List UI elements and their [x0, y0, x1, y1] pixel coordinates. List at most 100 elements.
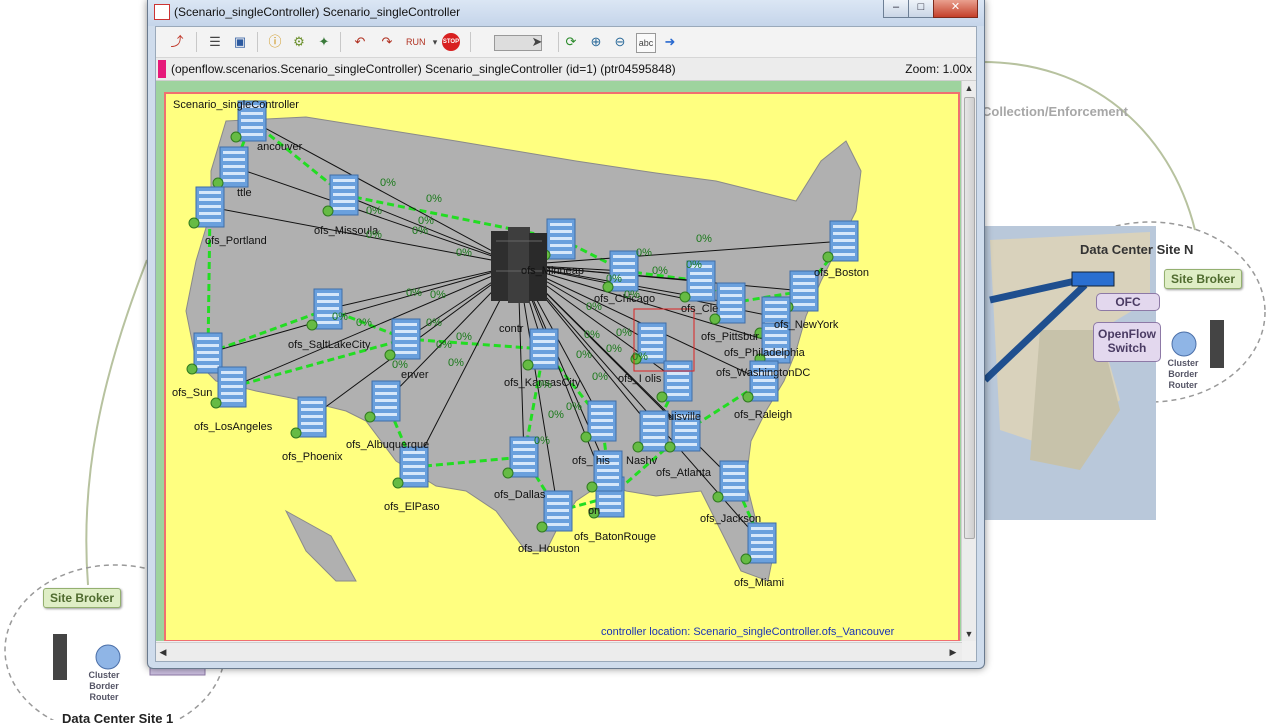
horizontal-scrollbar[interactable]: ◀ ▶ — [156, 642, 962, 661]
blue-uplink-box — [1071, 271, 1115, 287]
info-icon[interactable]: ⓘ — [266, 33, 284, 51]
info-bar: (openflow.scenarios.Scenario_singleContr… — [156, 58, 976, 81]
zoom-in-icon[interactable]: ⊕ — [587, 33, 605, 51]
link-utilization-label: 0% — [686, 259, 702, 271]
cluster-router-icon-left — [95, 644, 121, 670]
vertical-scroll-thumb[interactable] — [964, 97, 975, 539]
node-label-ofs_ElPaso: ofs_ElPaso — [384, 501, 440, 513]
link-utilization-label: 0% — [448, 357, 464, 369]
node-label-ofs_NewYork: ofs_NewYork — [774, 319, 839, 331]
window-client: ⤴ ☰ ▣ ⓘ ⚙ ✦ ↶ ↷ RUN ▾ STOP ➤ ⟳ ⊕ ⊖ abc ➜ — [155, 26, 977, 662]
link-utilization-label: 0% — [426, 317, 442, 329]
minimize-button[interactable]: – — [883, 0, 909, 18]
collection-enforcement-label: Collection/Enforcement — [982, 104, 1128, 119]
stop-icon[interactable]: STOP — [442, 33, 460, 51]
dc-site-n-label: Data Center Site N — [1080, 242, 1194, 257]
node-label-ofs_Indianapolis: ofs_I olis — [618, 373, 662, 385]
zoom-out-icon[interactable]: ⊖ — [611, 33, 629, 51]
site-broker-right: Site Broker — [1164, 269, 1243, 289]
ofc-box: OFC — [1096, 293, 1160, 311]
simulation-window: (Scenario_singleController) Scenario_sin… — [147, 0, 985, 669]
node-label-ofs_WashingtonDC: ofs_WashingtonDC — [716, 367, 811, 379]
link-utilization-label: 0% — [436, 339, 452, 351]
toolbar-separator — [196, 32, 197, 52]
zoom-level: Zoom: 1.00x — [905, 62, 972, 76]
node-label-ofs_Minneapolis: ofs_Minneap — [521, 265, 584, 277]
network-svg[interactable] — [156, 81, 962, 642]
site-broker-left: Site Broker — [43, 588, 122, 608]
close-button[interactable]: ✕ — [933, 0, 978, 18]
node-label-ofs_Portland: ofs_Portland — [205, 235, 267, 247]
vertical-scrollbar[interactable]: ▲ ▼ — [961, 81, 976, 641]
labels-icon[interactable]: abc — [636, 33, 656, 53]
node-label-ofs_Vancouver: ancouver — [257, 141, 303, 153]
link-utilization-label: 0% — [392, 359, 408, 371]
node-label-ofs_Dallas: ofs_Dallas — [494, 489, 546, 501]
node-label-ofs_Jacksonville: ofs_Jackson — [700, 513, 762, 525]
fast-icon[interactable]: ↷ — [378, 33, 396, 51]
link-utilization-label: 0% — [636, 247, 652, 259]
node-label-ofs_Miami: ofs_Miami — [734, 577, 785, 589]
link-utilization-label: 0% — [586, 301, 602, 313]
arrow-icon[interactable]: ➜ — [661, 33, 679, 51]
link-utilization-label: 0% — [606, 343, 622, 355]
link-utilization-label: 0% — [592, 371, 608, 383]
toolbar-separator — [470, 32, 471, 52]
refresh-icon[interactable]: ⟳ — [562, 33, 580, 51]
node-label-ofs_NewOrleans: on — [588, 505, 601, 517]
cluster-border-router-label-right: Cluster Border Router — [1167, 358, 1199, 390]
inspect-icon[interactable]: ▣ — [231, 33, 249, 51]
node-label-ofs_Phoenix: ofs_Phoenix — [282, 451, 343, 463]
layout-icon[interactable]: ✦ — [315, 33, 333, 51]
controller-location-text: controller location: Scenario_singleCont… — [601, 626, 895, 638]
node-label-ofs_Seattle: ttle — [237, 187, 252, 199]
cursor-icon: ➤ — [531, 34, 543, 49]
link-utilization-label: 0% — [356, 317, 372, 329]
dc-site-1-label: Data Center Site 1 — [62, 711, 174, 726]
link-utilization-label: 0% — [534, 435, 550, 447]
node-label-ofs_Louisville: uisville — [668, 411, 702, 423]
link-utilization-label: 0% — [606, 273, 622, 285]
link-utilization-label: 0% — [652, 265, 668, 277]
toolbar-separator — [340, 32, 341, 52]
rack-icon-right — [1210, 320, 1224, 368]
node-label-ofs_Cleveland: ofs_Cle — [681, 303, 719, 315]
run-icon[interactable]: RUN — [406, 33, 426, 51]
node-label-ofs_Philadelphia: ofs_Philadelphia — [724, 347, 805, 359]
list-icon[interactable]: ☰ — [206, 33, 224, 51]
link-utilization-label: 0% — [456, 331, 472, 343]
cluster-border-router-label-left: Cluster Border Router — [88, 670, 120, 702]
node-label-ofs_Raleigh: ofs_Raleigh — [734, 409, 793, 421]
title-bar[interactable]: (Scenario_singleController) Scenario_sin… — [148, 0, 984, 26]
scroll-up-icon[interactable]: ▲ — [962, 81, 976, 95]
link-utilization-label: 0% — [696, 233, 712, 245]
node-label-ofs_SanFrancisco: ofs_Sun — [172, 387, 213, 399]
link-utilization-label: 0% — [548, 409, 564, 421]
network-canvas[interactable]: ancouver ttle ofs_Portland ofs_Missoula ofs_… — [156, 81, 962, 642]
link-utilization-label: 0% — [576, 349, 592, 361]
link-utilization-label: 0% — [584, 329, 600, 341]
scroll-right-icon[interactable]: ▶ — [946, 645, 960, 659]
node-label-ofs_Atlanta: ofs_Atlanta — [656, 467, 712, 479]
node-label-ofs_SaltLakeCity: ofs_SaltLakeCity — [288, 339, 371, 351]
connector-curve-left — [85, 259, 148, 586]
scroll-down-icon[interactable]: ▼ — [962, 627, 976, 641]
link-utilization-label: 0% — [632, 351, 648, 363]
link-utilization-label: 0% — [406, 287, 422, 299]
window-title: (Scenario_singleController) Scenario_sin… — [174, 5, 461, 19]
scroll-left-icon[interactable]: ◀ — [156, 645, 170, 659]
link-utilization-label: 0% — [412, 225, 428, 237]
step-back-icon[interactable]: ↶ — [351, 33, 369, 51]
maximize-button[interactable]: □ — [908, 0, 934, 18]
link-utilization-label: 0% — [426, 193, 442, 205]
link-utilization-label: 0% — [380, 177, 396, 189]
node-label-ofs_Houston: ofs_Houston — [518, 543, 580, 555]
node-label-ofs_Albuquerque: ofs_Albuquerque — [346, 439, 430, 451]
options-icon[interactable]: ⚙ — [290, 33, 308, 51]
node-label-ofs_Pittsburgh: ofs_Pittsbur — [701, 331, 760, 343]
toolbar-separator — [257, 32, 258, 52]
rebuild-icon[interactable]: ⤴ — [168, 33, 186, 51]
link-utilization-label: 0% — [430, 289, 446, 301]
node-label-ofs_Nashville: Nashv — [626, 455, 658, 467]
node-label-ofs_Boston: ofs_Boston — [814, 267, 870, 279]
